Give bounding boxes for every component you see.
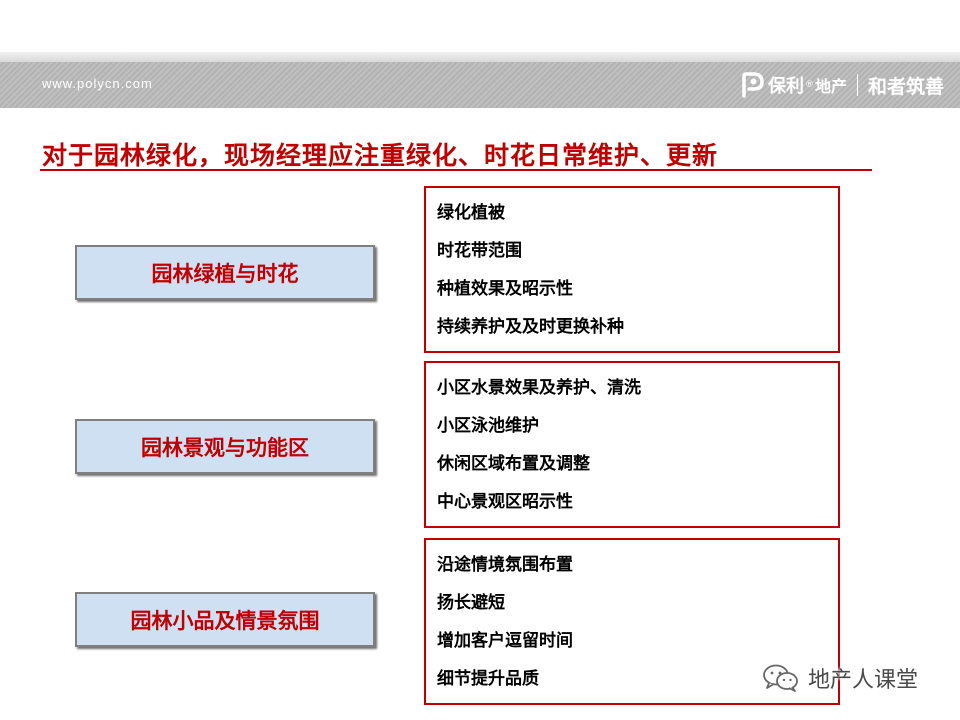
detail-item: 沿途情境氛围布置: [437, 555, 573, 575]
detail-item: 小区泳池维护: [437, 416, 539, 436]
detail-item: 小区水景效果及养护、清洗: [437, 378, 641, 398]
category-box-greenery: 园林绿植与时花: [75, 245, 375, 300]
top-strip: [0, 52, 960, 62]
title-underline: [40, 169, 872, 171]
brand-name: 保利: [768, 76, 804, 97]
logo-divider: [857, 74, 859, 96]
detail-item: 时花带范围: [437, 241, 522, 261]
brand-logo: 保利 ® 地产 和者筑善: [740, 70, 944, 100]
header-bar: www.polycn.com 保利 ® 地产 和者筑善: [0, 62, 960, 108]
poly-logo-icon: [742, 72, 764, 98]
site-url[interactable]: www.polycn.com: [42, 76, 153, 91]
detail-item: 绿化植被: [437, 203, 505, 223]
detail-item: 中心景观区昭示性: [437, 492, 573, 512]
watermark-text: 地产人课堂: [808, 668, 919, 693]
brand-slogan: 和者筑善: [868, 75, 945, 98]
page-title: 对于园林绿化，现场经理应注重绿化、时花日常维护、更新: [42, 141, 719, 170]
detail-box-landscape: 小区水景效果及养护、清洗 小区泳池维护 休闲区域布置及调整 中心景观区昭示性: [424, 361, 840, 528]
category-box-atmosphere: 园林小品及情景氛围: [75, 592, 375, 647]
registered-mark: ®: [805, 80, 814, 90]
wechat-icon: [763, 664, 798, 692]
detail-item: 扬长避短: [437, 593, 505, 613]
detail-item: 休闲区域布置及调整: [437, 454, 590, 474]
detail-item: 种植效果及昭示性: [437, 279, 573, 299]
watermark: 地产人课堂: [762, 660, 918, 696]
category-box-landscape: 园林景观与功能区: [75, 419, 375, 474]
detail-box-greenery: 绿化植被 时花带范围 种植效果及昭示性 持续养护及及时更换补种: [424, 186, 840, 353]
detail-item: 持续养护及及时更换补种: [437, 317, 624, 337]
brand-sub: 地产: [815, 77, 848, 96]
